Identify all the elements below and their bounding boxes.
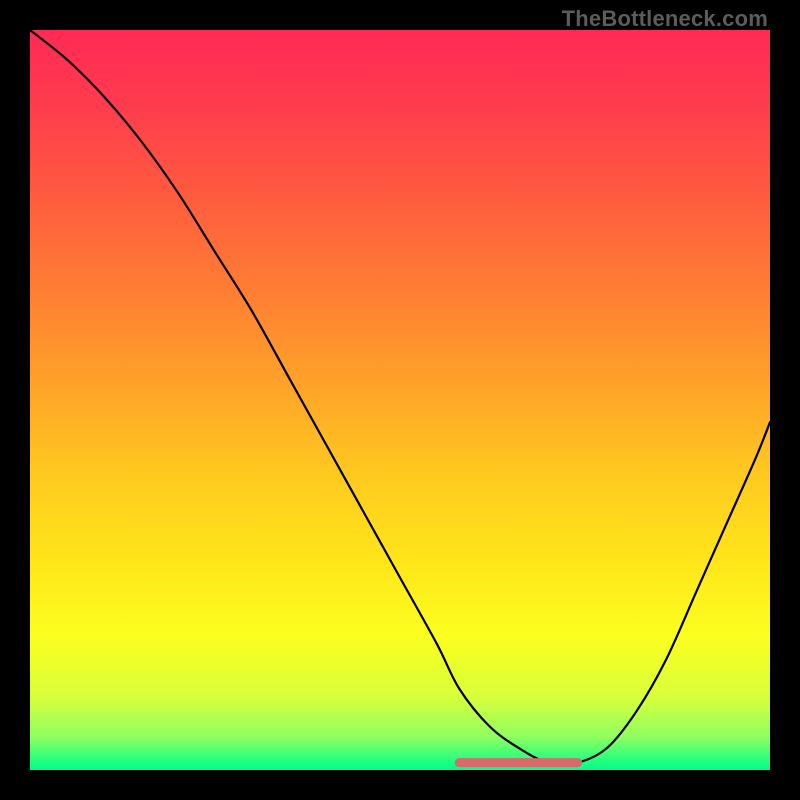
bottleneck-plot: [30, 30, 770, 770]
chart-frame: [30, 30, 770, 770]
watermark-text: TheBottleneck.com: [562, 6, 768, 32]
